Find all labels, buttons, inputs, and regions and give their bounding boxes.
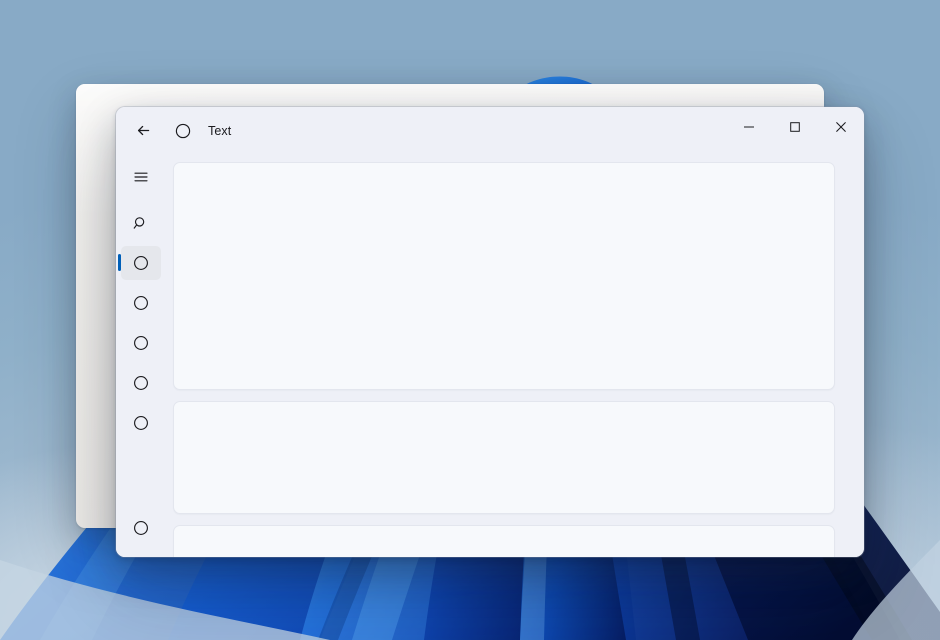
- window-title: Text: [208, 123, 232, 138]
- hamburger-menu-button[interactable]: [121, 160, 161, 194]
- sidebar-navigation: [116, 154, 165, 557]
- content-card[interactable]: [173, 525, 835, 557]
- sidebar-item-nav-1[interactable]: [117, 246, 161, 280]
- main-window: Text: [116, 107, 864, 557]
- sidebar-item-nav-bottom[interactable]: [121, 511, 161, 545]
- title-bar-drag-region[interactable]: [231, 107, 726, 154]
- content-card[interactable]: [173, 401, 835, 514]
- desktop: Text: [0, 0, 940, 640]
- title-bar-left-group: Text: [116, 107, 231, 154]
- maximize-button[interactable]: [772, 107, 818, 147]
- search-icon-button[interactable]: [121, 206, 161, 240]
- close-button[interactable]: [818, 107, 864, 147]
- content-area: [165, 154, 864, 557]
- sidebar-item-nav-2[interactable]: [121, 286, 161, 320]
- window-body: [116, 154, 864, 557]
- sidebar-item-nav-5[interactable]: [121, 406, 161, 440]
- app-icon: [168, 116, 198, 146]
- back-button[interactable]: [126, 115, 160, 147]
- title-bar[interactable]: Text: [116, 107, 864, 154]
- sidebar-item-nav-4[interactable]: [121, 366, 161, 400]
- minimize-button[interactable]: [726, 107, 772, 147]
- sidebar-item-nav-3[interactable]: [121, 326, 161, 360]
- content-card[interactable]: [173, 162, 835, 390]
- window-controls: [726, 107, 864, 154]
